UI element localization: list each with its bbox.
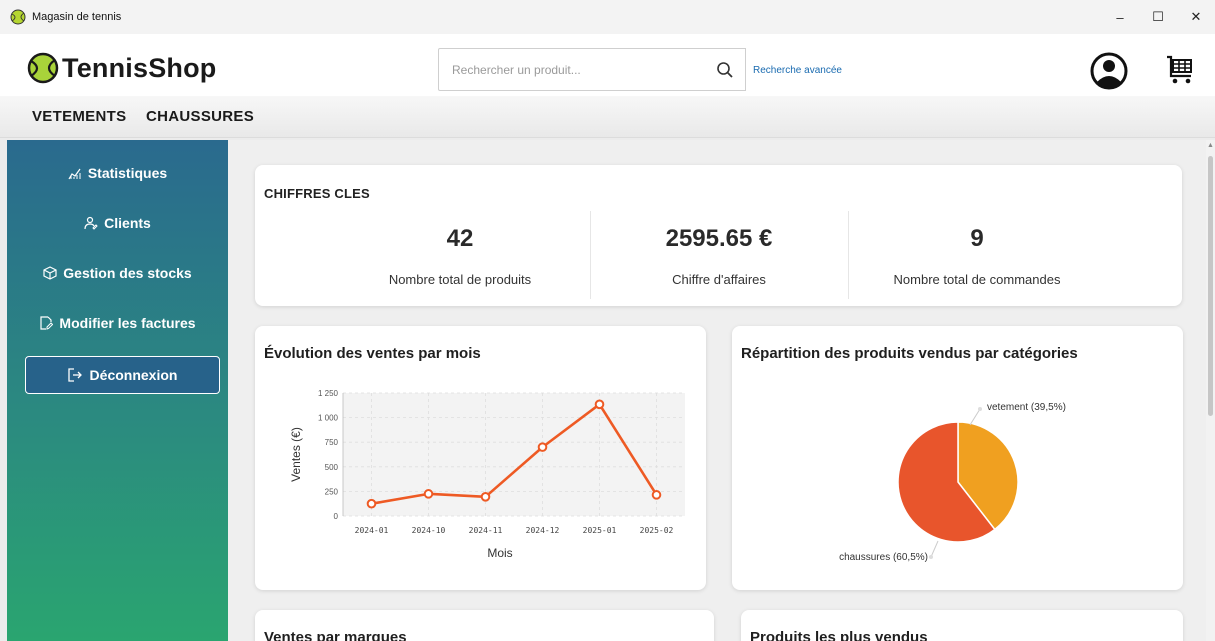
data-point bbox=[423, 489, 434, 499]
kpi-value: 2595.65 € bbox=[665, 225, 773, 252]
chart-icon bbox=[68, 168, 81, 180]
kpi-revenue: 2595.65 € Chiffre d'affaires bbox=[590, 209, 848, 299]
pie-slice-label: chaussures (60,5%) bbox=[839, 552, 928, 563]
category-pie-card: Répartition des produits vendus par caté… bbox=[732, 326, 1183, 590]
nav-item-vetements[interactable]: VETEMENTS bbox=[32, 108, 126, 125]
sales-line-chart: 0 250 500 750 1 000 1 250 2024-01 2024-10 2024-1… bbox=[289, 389, 685, 560]
dashboard-content: CHIFFRES CLES 42 Nombre total de produit… bbox=[228, 140, 1206, 641]
category-navbar: VETEMENTS CHAUSSURES bbox=[0, 96, 1215, 138]
app-header: TennisShop Recherche avancée bbox=[0, 34, 1215, 96]
x-tick-label: 2024-01 bbox=[355, 526, 389, 535]
search-button[interactable] bbox=[704, 48, 746, 91]
search-icon bbox=[716, 61, 733, 78]
top-products-card: Produits les plus vendus bbox=[741, 610, 1183, 641]
window-title: Magasin de tennis bbox=[32, 11, 122, 23]
logo[interactable]: TennisShop bbox=[27, 52, 217, 84]
sidebar-item-statistiques[interactable]: Statistiques bbox=[7, 165, 228, 181]
x-tick-label: 2024-11 bbox=[469, 526, 503, 535]
logout-button[interactable]: Déconnexion bbox=[25, 356, 220, 394]
x-tick-label: 2024-10 bbox=[412, 526, 446, 535]
sidebar-item-label: Modifier les factures bbox=[59, 315, 196, 331]
sidebar-item-label: Statistiques bbox=[87, 165, 168, 181]
scroll-up-arrow[interactable]: ▲ bbox=[1206, 142, 1215, 152]
cart-icon bbox=[1167, 55, 1192, 84]
kpi-label: Nombre total de commandes bbox=[893, 272, 1061, 287]
nav-item-chaussures[interactable]: CHAUSSURES bbox=[146, 108, 254, 125]
kpi-total-orders: 9 Nombre total de commandes bbox=[848, 209, 1106, 299]
kpi-card: CHIFFRES CLES 42 Nombre total de produit… bbox=[255, 165, 1182, 306]
data-point bbox=[366, 498, 377, 509]
plot-area bbox=[343, 393, 685, 516]
close-button[interactable]: ✕ bbox=[1177, 0, 1215, 34]
kpi-value: 42 bbox=[446, 225, 474, 252]
x-axis-label: Mois bbox=[487, 546, 512, 560]
y-tick-label: 1 250 bbox=[318, 389, 339, 398]
y-tick-label: 0 bbox=[334, 512, 339, 521]
sidebar-item-label: Gestion des stocks bbox=[63, 265, 192, 281]
tennis-ball-icon bbox=[10, 9, 26, 25]
minimize-button[interactable]: – bbox=[1101, 0, 1139, 34]
sidebar-item-clients[interactable]: Clients bbox=[7, 215, 228, 231]
box-icon bbox=[43, 266, 57, 280]
x-tick-label: 2025-01 bbox=[583, 526, 617, 535]
kpi-label: Nombre total de produits bbox=[388, 272, 532, 287]
user-icon bbox=[1090, 52, 1128, 90]
y-tick-label: 500 bbox=[325, 463, 339, 472]
window-titlebar: Magasin de tennis – ☐ ✕ bbox=[0, 0, 1215, 34]
x-tick-label: 2024-12 bbox=[526, 526, 560, 535]
pie-leader-dot bbox=[929, 555, 933, 559]
sidebar-item-factures[interactable]: Modifier les factures bbox=[7, 315, 228, 331]
sales-chart-card: Évolution des ventes par mois 0 250 500 750… bbox=[255, 326, 706, 590]
kpi-value: 9 bbox=[970, 225, 984, 252]
data-point bbox=[480, 492, 491, 502]
pie-leader-line bbox=[969, 408, 981, 426]
card-title: Ventes par marques bbox=[264, 629, 407, 641]
brands-card: Ventes par marques bbox=[255, 610, 714, 641]
admin-sidebar: Statistiques Clients Gestion des stocks … bbox=[7, 140, 228, 641]
logout-label: Déconnexion bbox=[89, 367, 178, 383]
y-tick-label: 250 bbox=[325, 487, 339, 496]
category-pie-chart: vetement (39,5%) chaussures (60,5%) bbox=[839, 402, 1066, 563]
advanced-search-link[interactable]: Recherche avancée bbox=[753, 65, 842, 76]
window-controls: – ☐ ✕ bbox=[1101, 0, 1215, 34]
user-account-button[interactable] bbox=[1090, 52, 1128, 90]
card-title: Produits les plus vendus bbox=[750, 629, 928, 641]
pie-leader-line bbox=[930, 540, 939, 558]
cart-button[interactable] bbox=[1165, 54, 1195, 86]
main-scrollbar[interactable]: ▲ bbox=[1206, 140, 1215, 641]
logout-icon bbox=[67, 368, 82, 382]
search-input[interactable] bbox=[438, 48, 705, 91]
scroll-thumb[interactable] bbox=[1208, 156, 1213, 416]
logo-text: TennisShop bbox=[62, 52, 217, 83]
edit-document-icon bbox=[40, 316, 54, 330]
pie-slice-label: vetement (39,5%) bbox=[987, 402, 1066, 413]
maximize-button[interactable]: ☐ bbox=[1139, 0, 1177, 34]
y-tick-label: 1 000 bbox=[318, 414, 339, 423]
sidebar-item-stocks[interactable]: Gestion des stocks bbox=[7, 265, 228, 281]
y-tick-label: 750 bbox=[325, 438, 339, 447]
sidebar-item-label: Clients bbox=[104, 215, 151, 231]
users-icon bbox=[84, 216, 98, 230]
x-tick-label: 2025-02 bbox=[640, 526, 674, 535]
data-point bbox=[651, 490, 662, 500]
kpi-total-products: 42 Nombre total de produits bbox=[325, 209, 595, 299]
kpi-title: CHIFFRES CLES bbox=[264, 186, 370, 201]
data-point bbox=[537, 442, 548, 452]
pie-leader-dot bbox=[978, 407, 982, 411]
y-axis-label: Ventes (€) bbox=[289, 427, 303, 482]
kpi-label: Chiffre d'affaires bbox=[672, 272, 766, 287]
data-point bbox=[594, 399, 605, 410]
tennis-ball-icon bbox=[27, 52, 59, 84]
